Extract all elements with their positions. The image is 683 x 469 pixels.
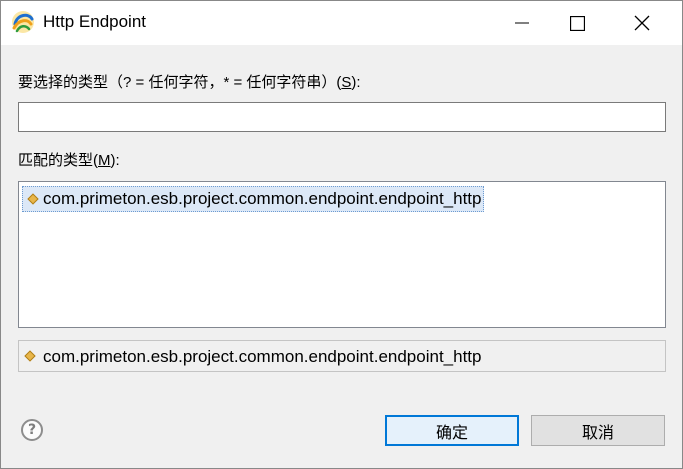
matches-label: 匹配的类型(M): bbox=[18, 149, 120, 170]
matches-label-text: 匹配的类型( bbox=[18, 152, 98, 169]
cancel-button[interactable]: 取消 bbox=[531, 415, 665, 446]
maximize-button[interactable] bbox=[554, 1, 600, 45]
help-icon: ? bbox=[27, 422, 37, 438]
title-bar[interactable]: Http Endpoint bbox=[1, 1, 682, 45]
type-search-input[interactable] bbox=[18, 102, 666, 132]
close-button[interactable] bbox=[619, 1, 665, 45]
list-item[interactable]: com.primeton.esb.project.common.endpoint… bbox=[22, 186, 485, 212]
list-item-label: com.primeton.esb.project.common.endpoint… bbox=[43, 189, 482, 208]
matching-types-list[interactable]: com.primeton.esb.project.common.endpoint… bbox=[18, 181, 666, 328]
search-label-suffix: ): bbox=[351, 74, 361, 91]
app-logo-icon bbox=[12, 11, 34, 33]
search-label: 要选择的类型（? = 任何字符，* = 任何字符串）(S): bbox=[18, 71, 361, 92]
minimize-button[interactable] bbox=[499, 1, 545, 45]
help-button[interactable]: ? bbox=[21, 419, 43, 441]
minimize-icon bbox=[515, 22, 529, 24]
status-text: com.primeton.esb.project.common.endpoint… bbox=[43, 347, 482, 366]
search-label-mnemonic: S bbox=[341, 74, 352, 91]
type-icon bbox=[27, 193, 39, 205]
window-title: Http Endpoint bbox=[43, 12, 147, 31]
ok-button[interactable]: 确定 bbox=[385, 415, 519, 446]
matches-label-mnemonic: M bbox=[98, 152, 111, 169]
search-label-text: 要选择的类型（? = 任何字符，* = 任何字符串）( bbox=[18, 74, 342, 91]
type-icon bbox=[24, 350, 36, 362]
dialog-window: Http Endpoint 要选择的类型（? = 任何字符，* = 任何字符串）… bbox=[0, 0, 683, 469]
selection-status-bar: com.primeton.esb.project.common.endpoint… bbox=[18, 340, 666, 372]
maximize-icon bbox=[569, 15, 585, 31]
matches-label-suffix: ): bbox=[110, 152, 120, 169]
close-icon bbox=[634, 15, 650, 31]
